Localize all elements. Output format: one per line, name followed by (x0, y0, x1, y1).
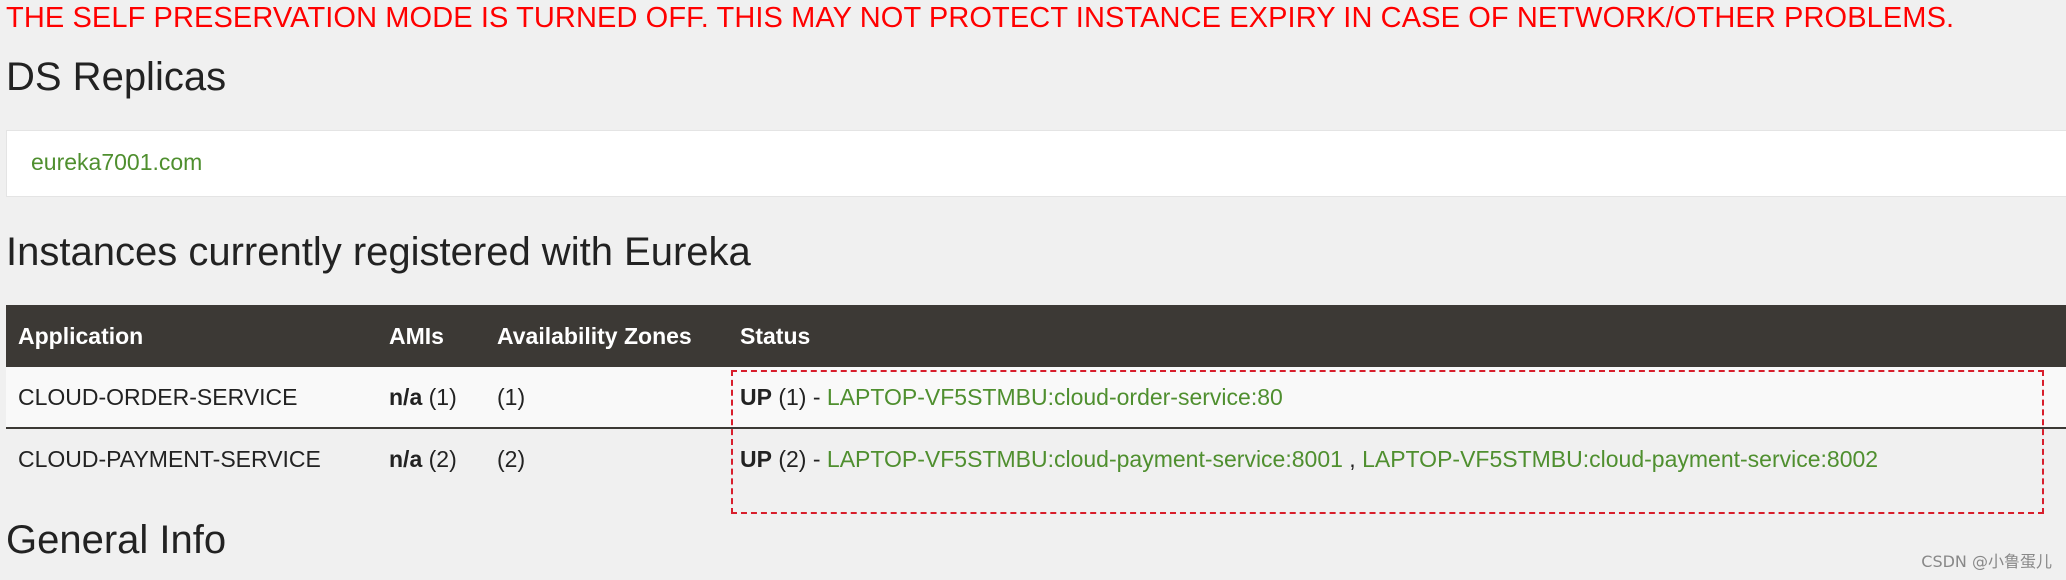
table-header-row: Application AMIs Availability Zones Stat… (6, 305, 2066, 367)
instance-link[interactable]: LAPTOP-VF5STMBU:cloud-payment-service:80… (827, 446, 1343, 472)
ami-count: (1) (428, 383, 457, 410)
self-preservation-warning: THE SELF PRESERVATION MODE IS TURNED OFF… (6, 2, 1955, 34)
status-count: (1) - (778, 383, 821, 410)
column-header-availability-zones: Availability Zones (485, 305, 728, 367)
application-name: CLOUD-ORDER-SERVICE (6, 367, 377, 429)
ds-replicas-list: eureka7001.com (6, 130, 2066, 197)
instances-title: Instances currently registered with Eure… (6, 230, 751, 274)
watermark: CSDN @小鲁蛋儿 (1921, 552, 2052, 571)
replica-link-eureka7001[interactable]: eureka7001.com (31, 149, 202, 176)
ami-label: n/a (389, 383, 423, 410)
ami-label: n/a (389, 445, 423, 472)
instances-table: Application AMIs Availability Zones Stat… (6, 305, 2066, 489)
application-name: CLOUD-PAYMENT-SERVICE (6, 428, 377, 489)
eureka-dashboard: THE SELF PRESERVATION MODE IS TURNED OFF… (0, 0, 2066, 580)
instance-link[interactable]: LAPTOP-VF5STMBU:cloud-order-service:80 (827, 384, 1283, 410)
availability-zones-cell: (2) (485, 428, 728, 489)
ami-cell: n/a (1) (377, 367, 485, 429)
table-row: CLOUD-PAYMENT-SERVICE n/a (2) (2) UP (2)… (6, 428, 2066, 489)
ami-count: (2) (428, 445, 457, 472)
ds-replicas-title: DS Replicas (6, 55, 227, 99)
column-header-application: Application (6, 305, 377, 367)
table-row: CLOUD-ORDER-SERVICE n/a (1) (1) UP (1) -… (6, 367, 2066, 429)
status-count: (2) - (778, 445, 821, 472)
availability-zones-cell: (1) (485, 367, 728, 429)
column-header-status: Status (728, 305, 2066, 367)
status-cell: UP (1) - LAPTOP-VF5STMBU:cloud-order-ser… (728, 367, 2066, 429)
general-info-title: General Info (6, 518, 227, 562)
status-up: UP (740, 445, 772, 472)
ami-cell: n/a (2) (377, 428, 485, 489)
instance-link[interactable]: LAPTOP-VF5STMBU:cloud-payment-service:80… (1362, 446, 1878, 472)
status-up: UP (740, 383, 772, 410)
column-header-amis: AMIs (377, 305, 485, 367)
status-cell: UP (2) - LAPTOP-VF5STMBU:cloud-payment-s… (728, 428, 2066, 489)
link-separator: , (1349, 445, 1356, 472)
